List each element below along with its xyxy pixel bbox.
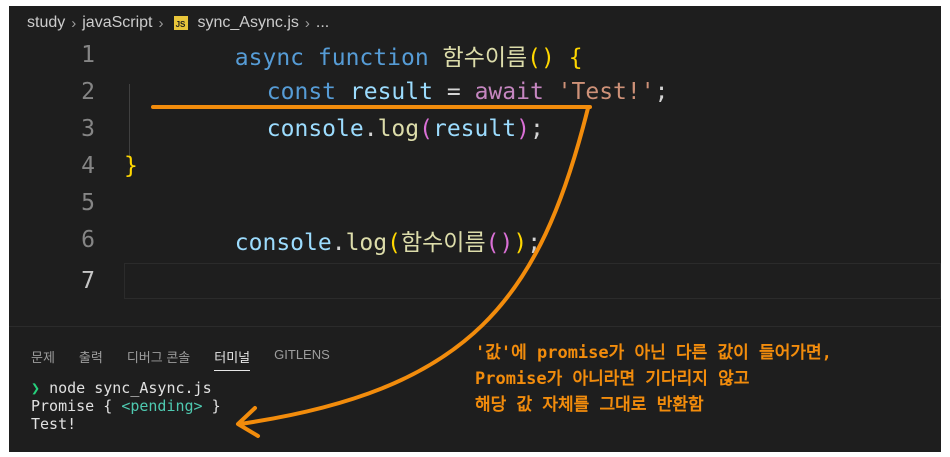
method-log: log xyxy=(345,229,388,256)
line-number: 6 xyxy=(81,226,95,253)
tab-debug-console[interactable]: 디버그 콘솔 xyxy=(127,347,190,371)
code-line-4[interactable]: 4 } xyxy=(9,147,941,184)
line-number: 2 xyxy=(81,78,95,105)
string-literal: 'Test!' xyxy=(557,78,655,105)
close-paren: ) xyxy=(513,229,528,256)
tab-terminal[interactable]: 터미널 xyxy=(214,347,251,371)
open-paren: ( xyxy=(387,229,401,256)
code-line-6[interactable]: 6 console.log(함수이름()); xyxy=(9,221,941,258)
vscode-window: study › javaScript › JS sync_Async.js › … xyxy=(9,6,941,452)
close-paren: ) xyxy=(516,115,530,142)
line-number: 7 xyxy=(81,267,95,294)
method-log: log xyxy=(377,115,420,142)
semicolon: ; xyxy=(527,229,542,256)
call-parens: () xyxy=(485,229,514,256)
output-promise-prefix: Promise { xyxy=(31,397,113,415)
terminal-output[interactable]: ❯ node sync_Async.js Promise { <pending>… xyxy=(31,379,221,433)
annotation-line-2: Promise가 아니라면 기다리지 않고 xyxy=(475,369,750,389)
semicolon: ; xyxy=(654,78,669,105)
annotation-line-1: '값'에 promise가 아닌 다른 값이 들어가면, xyxy=(475,343,832,363)
line-number: 4 xyxy=(81,152,95,179)
dot: . xyxy=(363,115,378,142)
line-number: 3 xyxy=(81,115,95,142)
identifier-console: console xyxy=(266,115,364,142)
tab-problems[interactable]: 문제 xyxy=(31,347,55,371)
close-brace: } xyxy=(124,152,138,179)
line-number: 1 xyxy=(81,41,95,68)
open-paren: ( xyxy=(419,115,433,142)
tab-output[interactable]: 출력 xyxy=(79,347,103,371)
chevron-right-icon: › xyxy=(71,14,77,32)
panel-tabs: 문제 출력 디버그 콘솔 터미널 GITLENS xyxy=(31,347,330,371)
dot: . xyxy=(331,229,346,256)
bottom-panel: 문제 출력 디버그 콘솔 터미널 GITLENS ❯ node sync_Asy… xyxy=(9,326,941,452)
line-number: 5 xyxy=(81,189,95,216)
prompt-arrow-icon: ❯ xyxy=(31,379,41,397)
code-line-3[interactable]: 3 console.log(result); xyxy=(9,110,941,147)
code-line-7[interactable]: 7 xyxy=(9,262,941,299)
argument-result: result xyxy=(432,115,517,142)
semicolon: ; xyxy=(529,115,544,142)
terminal-command: node sync_Async.js xyxy=(49,379,212,397)
terminal-output-line-1: Promise { <pending> } xyxy=(31,397,221,415)
identifier-console: console xyxy=(234,229,332,256)
function-call-name: 함수이름 xyxy=(400,229,486,256)
annotation-line-3: 해당 값 자체를 그대로 반환함 xyxy=(475,395,704,415)
tab-gitlens[interactable]: GITLENS xyxy=(274,347,330,371)
terminal-command-line: ❯ node sync_Async.js xyxy=(31,379,221,397)
output-promise-suffix: } xyxy=(211,397,221,415)
breadcrumb-item-study[interactable]: study xyxy=(27,14,65,32)
output-pending: <pending> xyxy=(121,397,203,415)
terminal-output-line-2: Test! xyxy=(31,415,77,433)
code-editor[interactable]: 1 async function 함수이름() { 2 const result… xyxy=(9,36,941,324)
annotation-note: '값'에 promise가 아닌 다른 값이 들어가면, Promise가 아니라… xyxy=(475,340,832,418)
